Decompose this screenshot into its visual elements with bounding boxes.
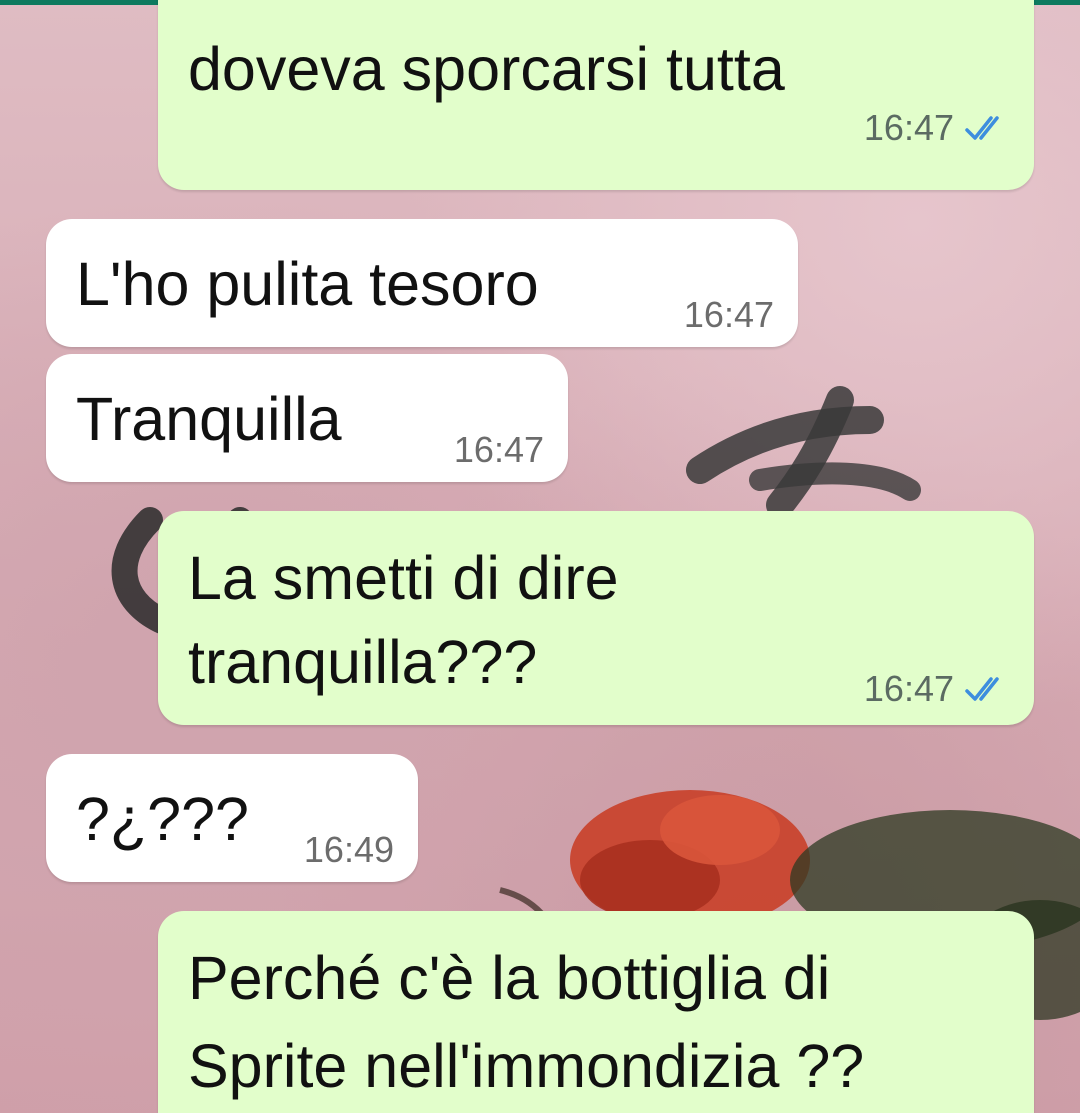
message-text: tranquilla??? bbox=[188, 628, 538, 696]
message-meta: 16:49 bbox=[304, 830, 394, 870]
message-meta: 16:47 bbox=[684, 295, 774, 335]
message-text: Tranquilla bbox=[76, 385, 342, 453]
message-time: 16:47 bbox=[683, 294, 774, 335]
message-meta: 16:47 bbox=[864, 108, 1008, 148]
message-meta: 16:47 bbox=[864, 669, 1008, 709]
message-time: 16:47 bbox=[863, 668, 954, 709]
message-bubble-outgoing[interactable]: Perché c'è la bottiglia di Sprite nell'i… bbox=[158, 911, 1034, 1113]
message-text: doveva sporcarsi tutta bbox=[188, 35, 785, 103]
message-text: Sprite nell'immondizia ?? bbox=[188, 1032, 865, 1100]
message-bubble-outgoing[interactable]: La smetti di dire tranquilla??? 16:47 bbox=[158, 511, 1034, 725]
message-time: 16:47 bbox=[863, 107, 954, 148]
message-text: L'ho pulita tesoro bbox=[76, 250, 539, 318]
message-bubble-outgoing[interactable]: doveva sporcarsi tutta 16:47 bbox=[158, 0, 1034, 190]
message-meta: 16:47 bbox=[454, 430, 544, 470]
double-check-read-icon bbox=[964, 675, 1008, 703]
message-text: ?¿??? bbox=[76, 785, 249, 853]
message-bubble-incoming[interactable]: L'ho pulita tesoro 16:47 bbox=[46, 219, 798, 347]
double-check-read-icon bbox=[964, 114, 1008, 142]
message-time: 16:47 bbox=[453, 429, 544, 470]
message-bubble-incoming[interactable]: Tranquilla 16:47 bbox=[46, 354, 568, 482]
message-time: 16:49 bbox=[303, 829, 394, 870]
message-bubble-incoming[interactable]: ?¿??? 16:49 bbox=[46, 754, 418, 882]
message-text: La smetti di dire bbox=[188, 544, 619, 612]
message-text: Perché c'è la bottiglia di bbox=[188, 944, 831, 1012]
